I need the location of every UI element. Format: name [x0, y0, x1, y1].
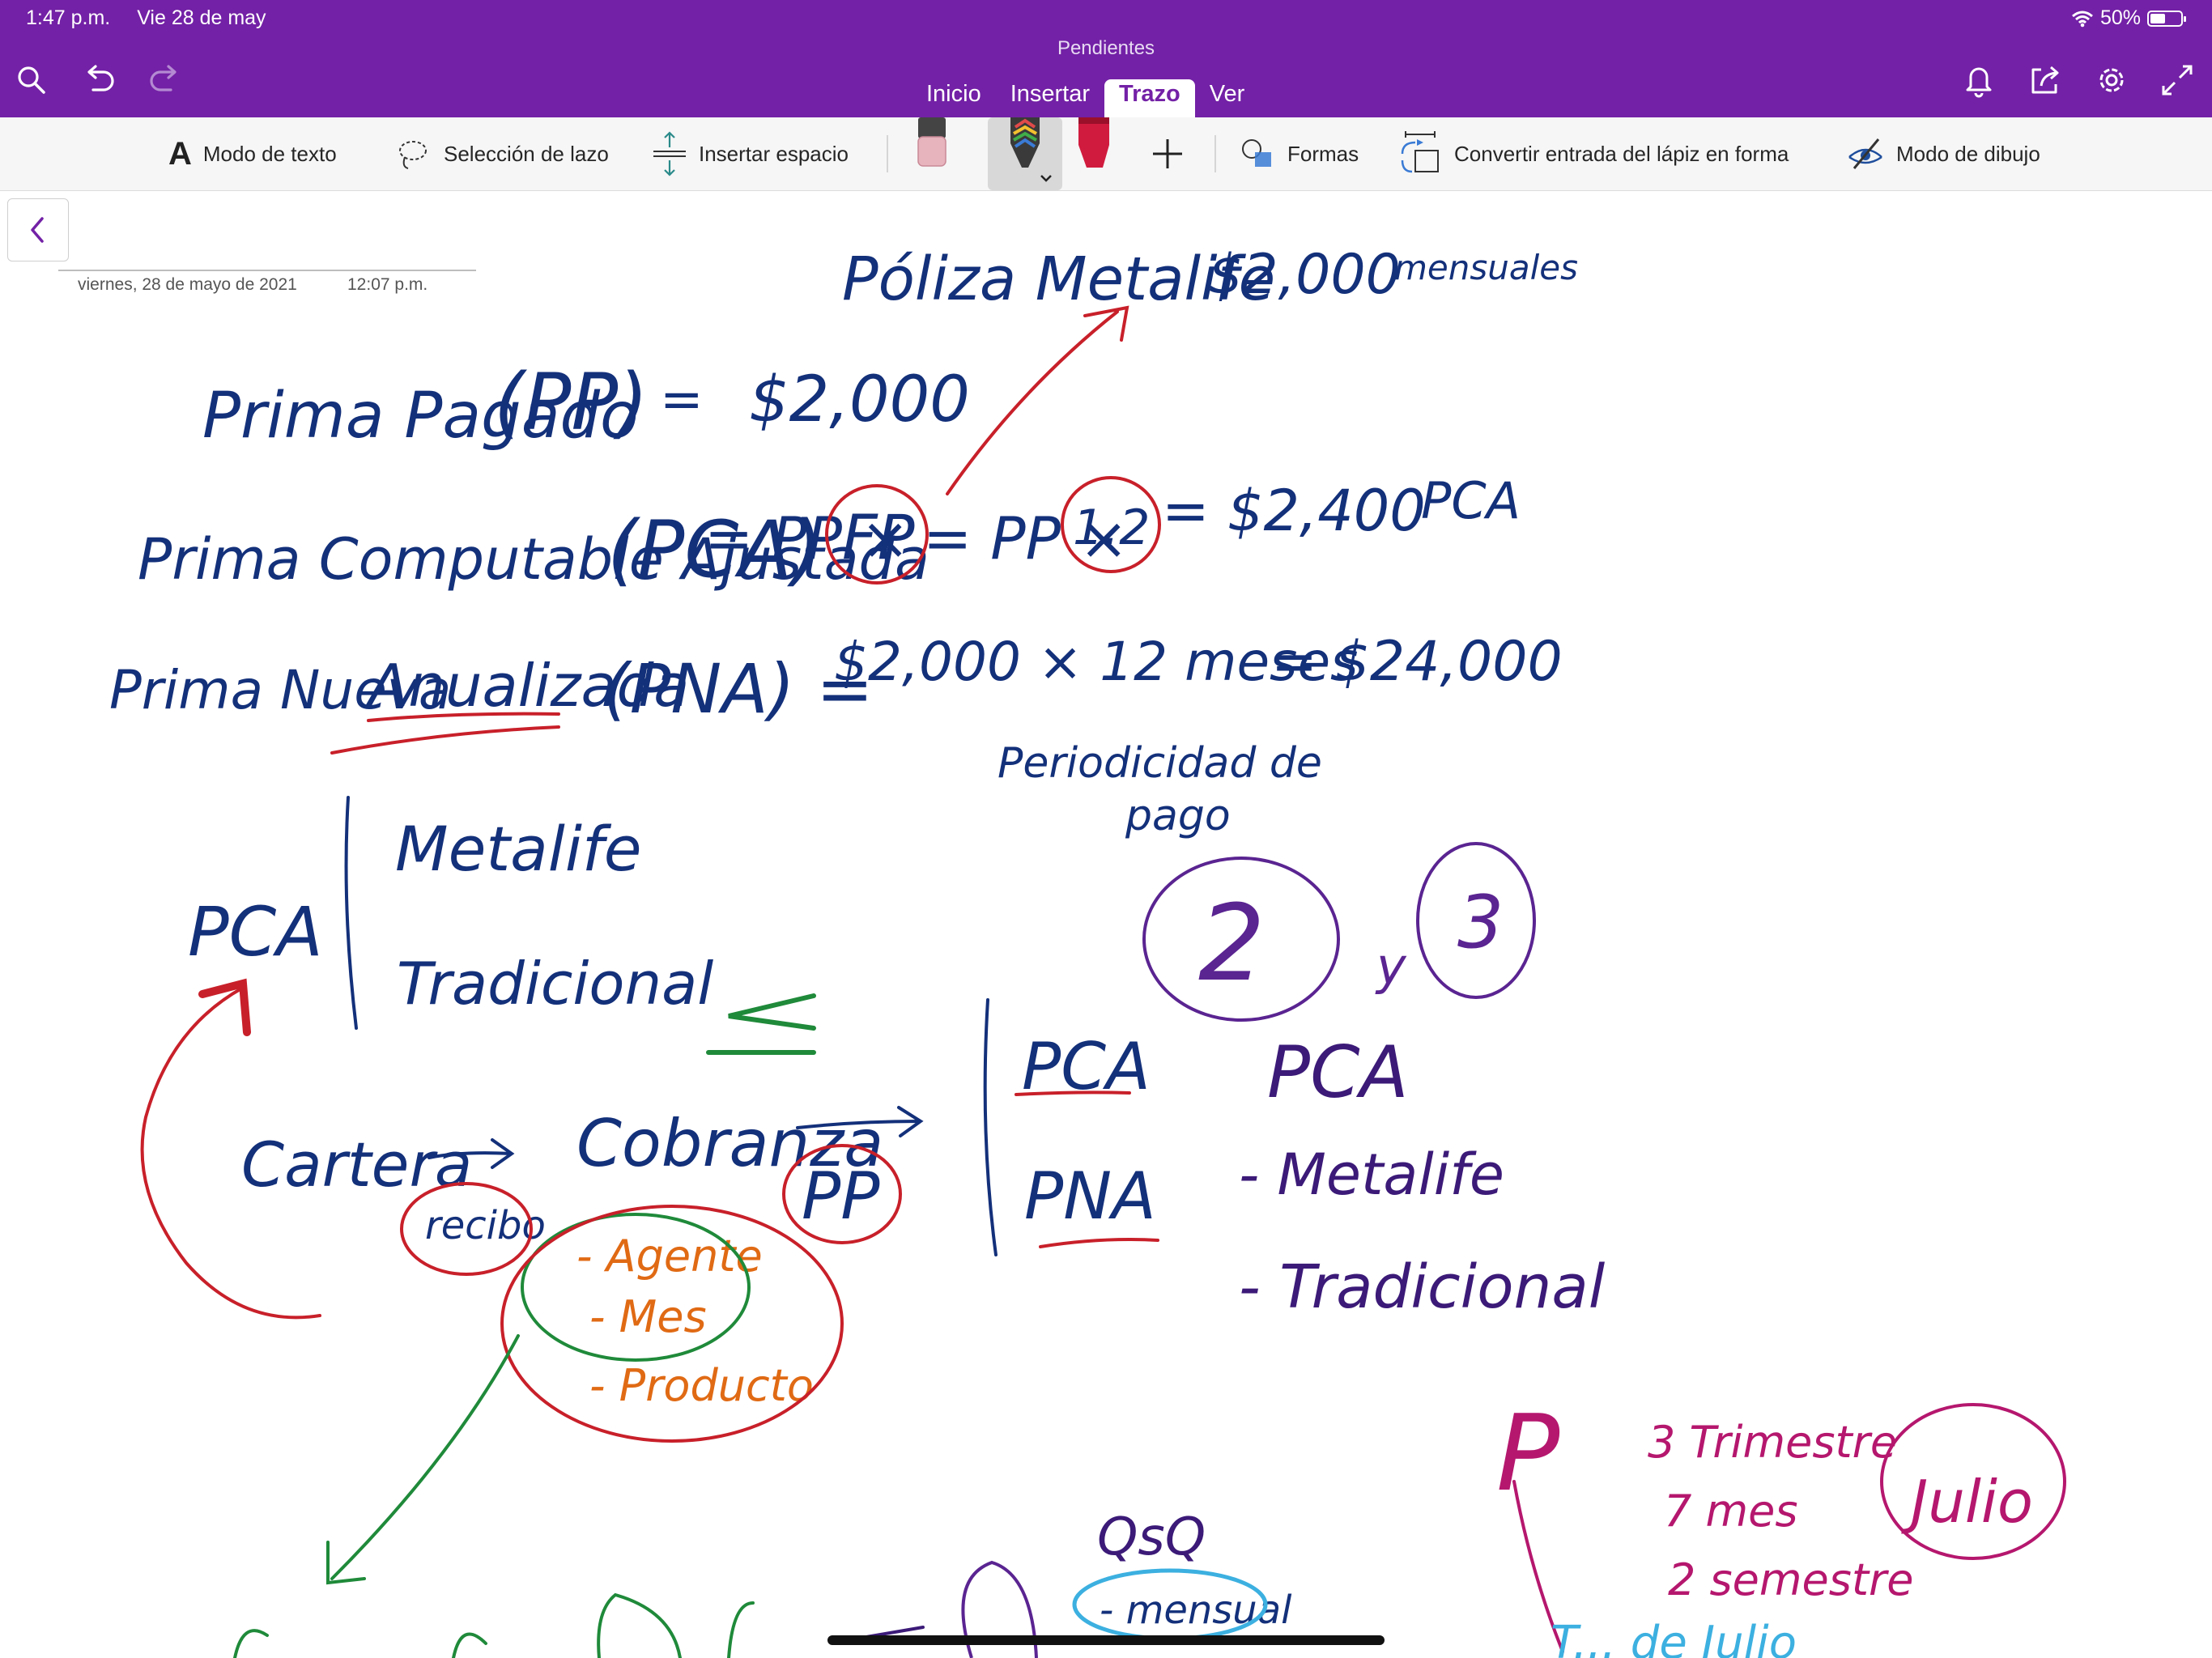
- ink-pp-right: PP: [802, 1158, 880, 1234]
- ink-2000a: $2,000: [749, 363, 970, 436]
- ink-num-3: 3: [1457, 880, 1504, 965]
- ink-qsq: QsQ: [1097, 1507, 1206, 1567]
- ink-less-equal: [706, 993, 816, 1055]
- ink-tradicional: Tradicional: [397, 950, 713, 1018]
- ink-mensuales: mensuales: [1394, 248, 1578, 287]
- ink-mes: - Mes: [589, 1291, 707, 1342]
- ink-12: 1.2: [1073, 500, 1150, 556]
- ink-tradicional-purple: - Tradicional: [1239, 1252, 1606, 1322]
- home-indicator[interactable]: [827, 1635, 1385, 1645]
- ink-arrowhead-red: [198, 978, 251, 1036]
- ink-bottom-left-strokes: [233, 1592, 755, 1658]
- ink-arrow-green: [326, 1334, 520, 1585]
- ink-periodicidad: Periodicidad de: [998, 739, 1322, 788]
- ink-brace-left: [344, 796, 358, 1030]
- ink-2400: = $2,400: [1162, 478, 1426, 544]
- ink-agente: - Agente: [576, 1231, 763, 1282]
- ink-eq1: =: [660, 370, 704, 430]
- ink-arrow-to-poliza: [946, 305, 1129, 495]
- ink-pna-right: PNA: [1024, 1158, 1156, 1234]
- ink-pp: (PP): [494, 357, 649, 448]
- ink-poliza-amount: $2,000: [1208, 243, 1401, 307]
- ink-24000: = $24,000: [1271, 630, 1563, 694]
- ink-pago: pago: [1125, 792, 1231, 840]
- ink-underline-pna: [1039, 1238, 1159, 1248]
- ink-brace-right: [983, 998, 998, 1256]
- ink-pna-eq: (PNA) =: [603, 649, 874, 729]
- ink-7mes: 7 mes: [1664, 1486, 1797, 1537]
- ink-producto: - Producto: [589, 1360, 814, 1411]
- ink-metalife-purple: - Metalife: [1239, 1141, 1504, 1208]
- ink-julio: Julio: [1901, 1468, 2033, 1536]
- ink-num-2: 2: [1198, 882, 1266, 1005]
- ink-pca-left: PCA: [188, 892, 323, 971]
- ink-semestre: 2 semestre: [1668, 1554, 1913, 1605]
- ink-p-magenta: P: [1496, 1392, 1560, 1515]
- ink-metalife: Metalife: [395, 813, 641, 885]
- ink-canvas[interactable]: Póliza Metalife $2,000 mensuales Prima P…: [0, 0, 2212, 1658]
- ink-trimestre: 3 Trimestre: [1648, 1417, 1897, 1468]
- ink-pca-label: PCA: [1421, 471, 1521, 530]
- ink-fp: FP: [842, 501, 915, 573]
- ink-y: y: [1375, 937, 1407, 996]
- ink-bottom-blue: T... de Julio: [1551, 1617, 1797, 1658]
- ink-pca-purple: PCA: [1267, 1031, 1409, 1114]
